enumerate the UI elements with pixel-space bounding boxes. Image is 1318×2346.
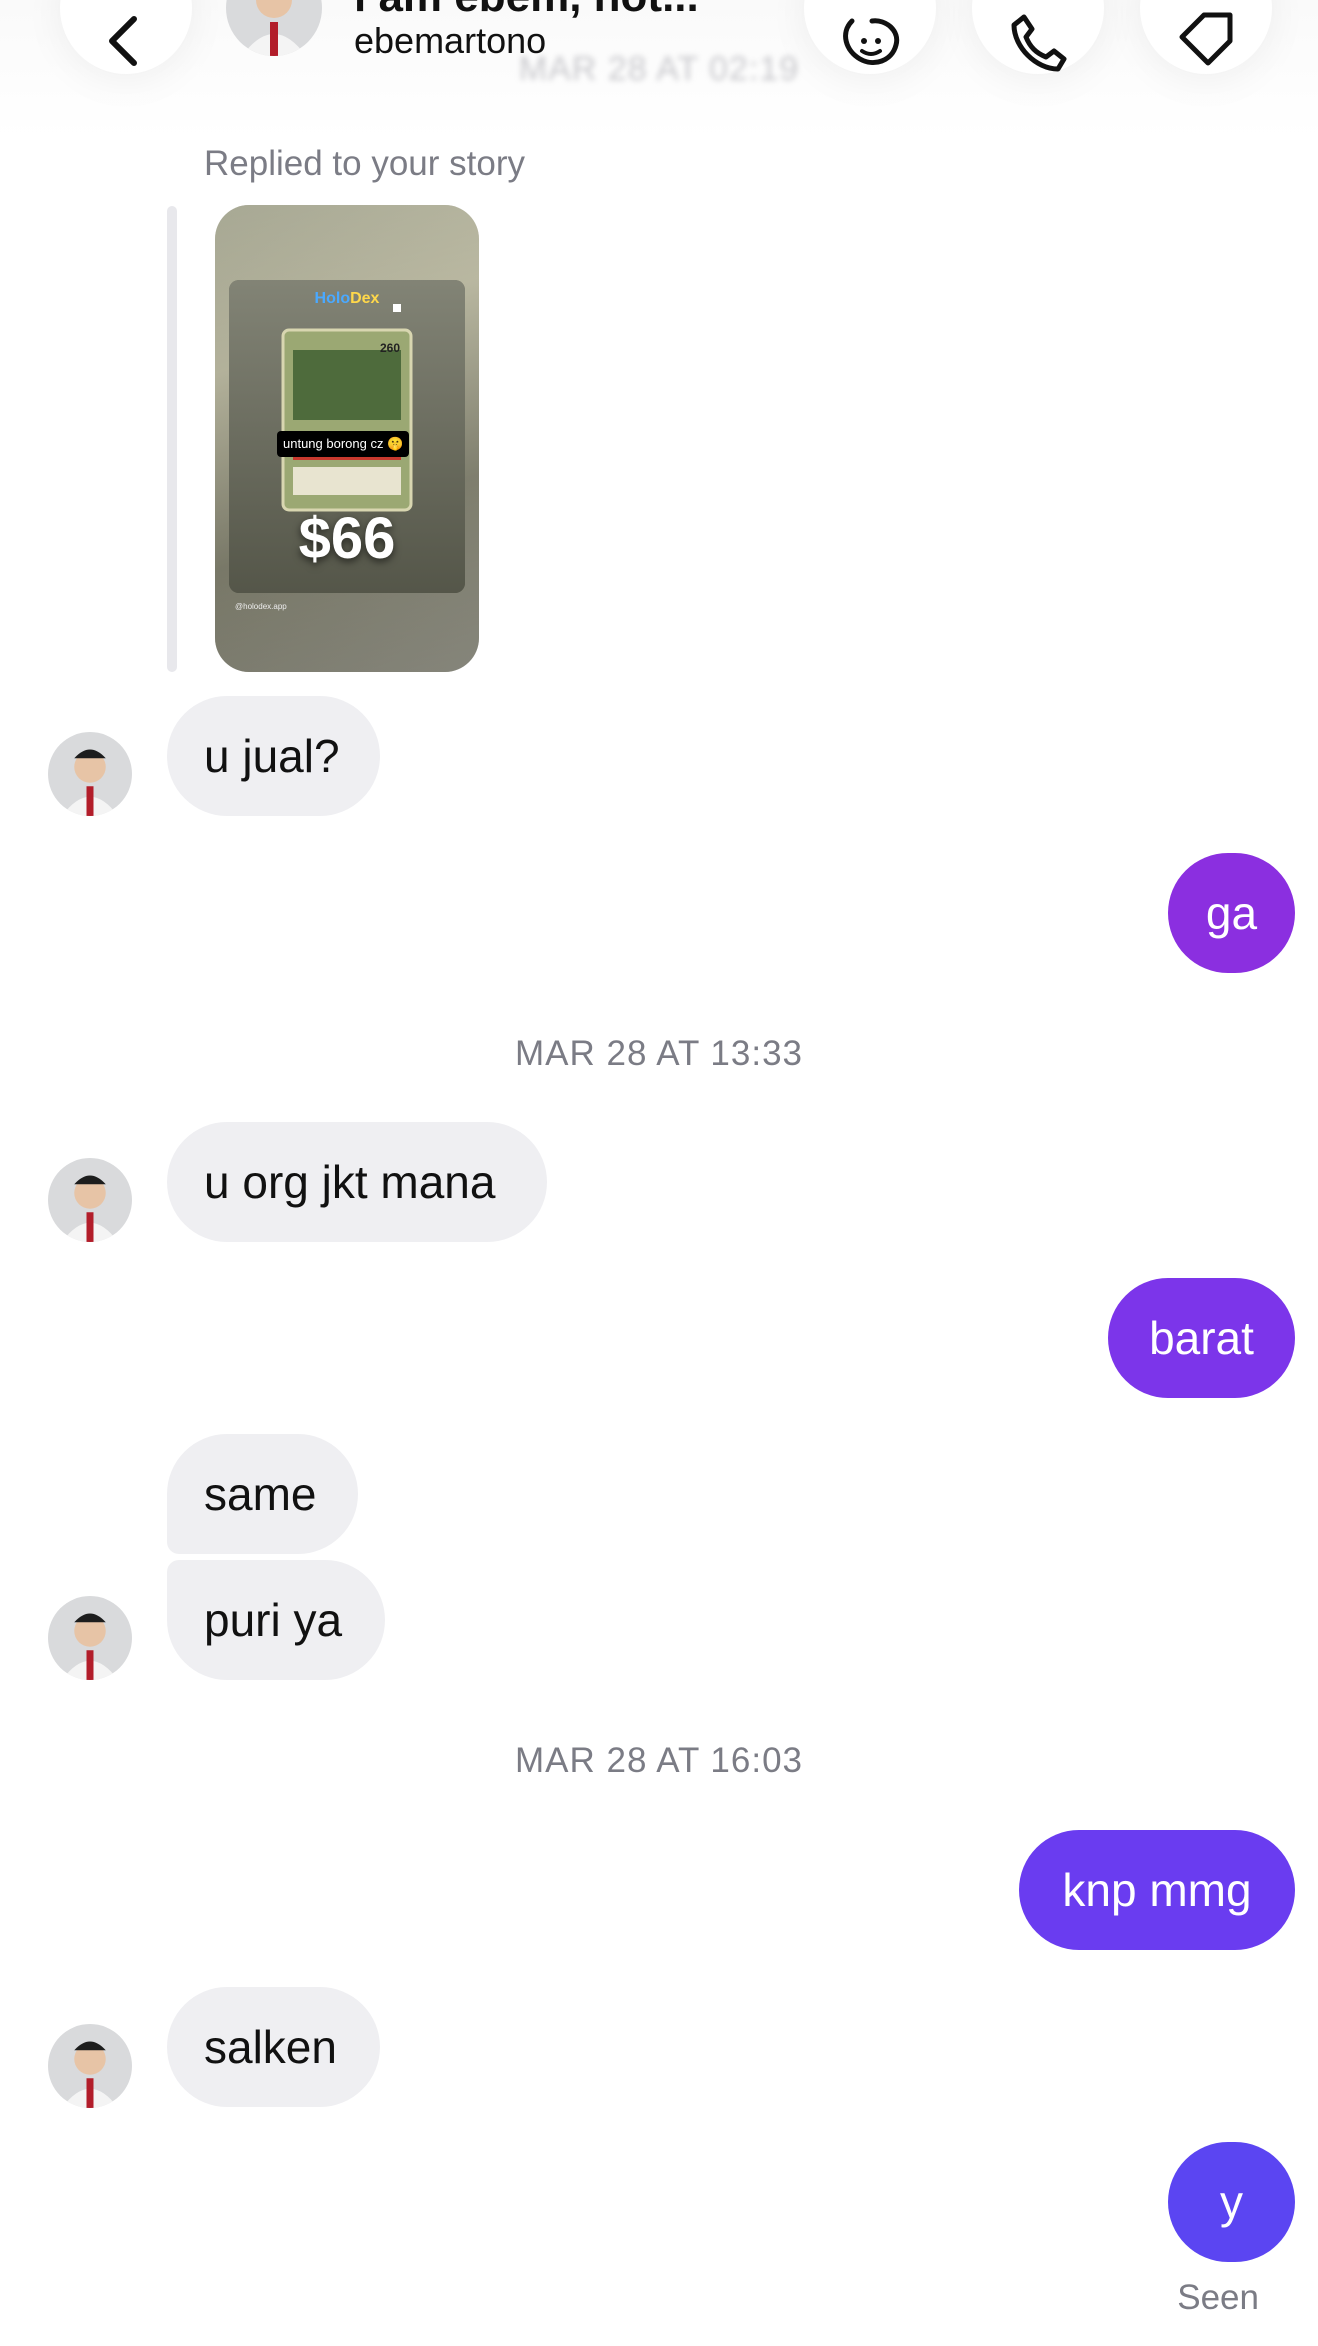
card-hp: 260 (380, 341, 401, 355)
avatar[interactable] (48, 732, 132, 816)
story-thumbnail[interactable]: HoloDex 260 untung borong cz 🤫 $66 @holo… (215, 205, 479, 672)
video-call-icon (843, 18, 900, 65)
avatar[interactable] (48, 1158, 132, 1242)
seen-status: Seen (1177, 2278, 1259, 2317)
contact-username[interactable]: ebemartono (354, 20, 546, 62)
message-bubble-outgoing[interactable]: y (1168, 2142, 1295, 2262)
story-caption: untung borong cz 🤫 (277, 431, 410, 457)
message-bubble-incoming[interactable]: puri ya (167, 1560, 385, 1680)
reply-label: Replied to your story (204, 144, 525, 183)
message-bubble-outgoing[interactable]: barat (1108, 1278, 1295, 1398)
message-bubble-incoming[interactable]: u jual? (167, 696, 380, 816)
story-reply-bar (167, 206, 177, 672)
message-bubble-outgoing[interactable]: knp mmg (1019, 1830, 1295, 1950)
timestamp: MAR 28 AT 16:03 (514, 1741, 804, 1780)
phone-icon (1011, 14, 1067, 72)
avatar[interactable] (48, 1596, 132, 1680)
tag-icon (1179, 12, 1233, 66)
timestamp: MAR 28 AT 13:33 (514, 1034, 804, 1073)
avatar[interactable] (48, 2024, 132, 2108)
contact-name[interactable]: l am ebem, not... (354, 0, 699, 22)
message-bubble-outgoing[interactable]: ga (1168, 853, 1295, 973)
story-app-name: HoloDex (314, 290, 380, 307)
timestamp-obscured: MAR 28 AT 02:19 (518, 50, 800, 88)
chat-header (0, 0, 1318, 200)
story-watermark: @holodex.app (235, 602, 287, 611)
chevron-left-icon (109, 16, 137, 66)
story-price: $66 (298, 506, 396, 571)
message-bubble-incoming[interactable]: u org jkt mana (167, 1122, 547, 1242)
message-bubble-incoming[interactable]: same (167, 1434, 358, 1554)
message-bubble-incoming[interactable]: salken (167, 1987, 380, 2107)
